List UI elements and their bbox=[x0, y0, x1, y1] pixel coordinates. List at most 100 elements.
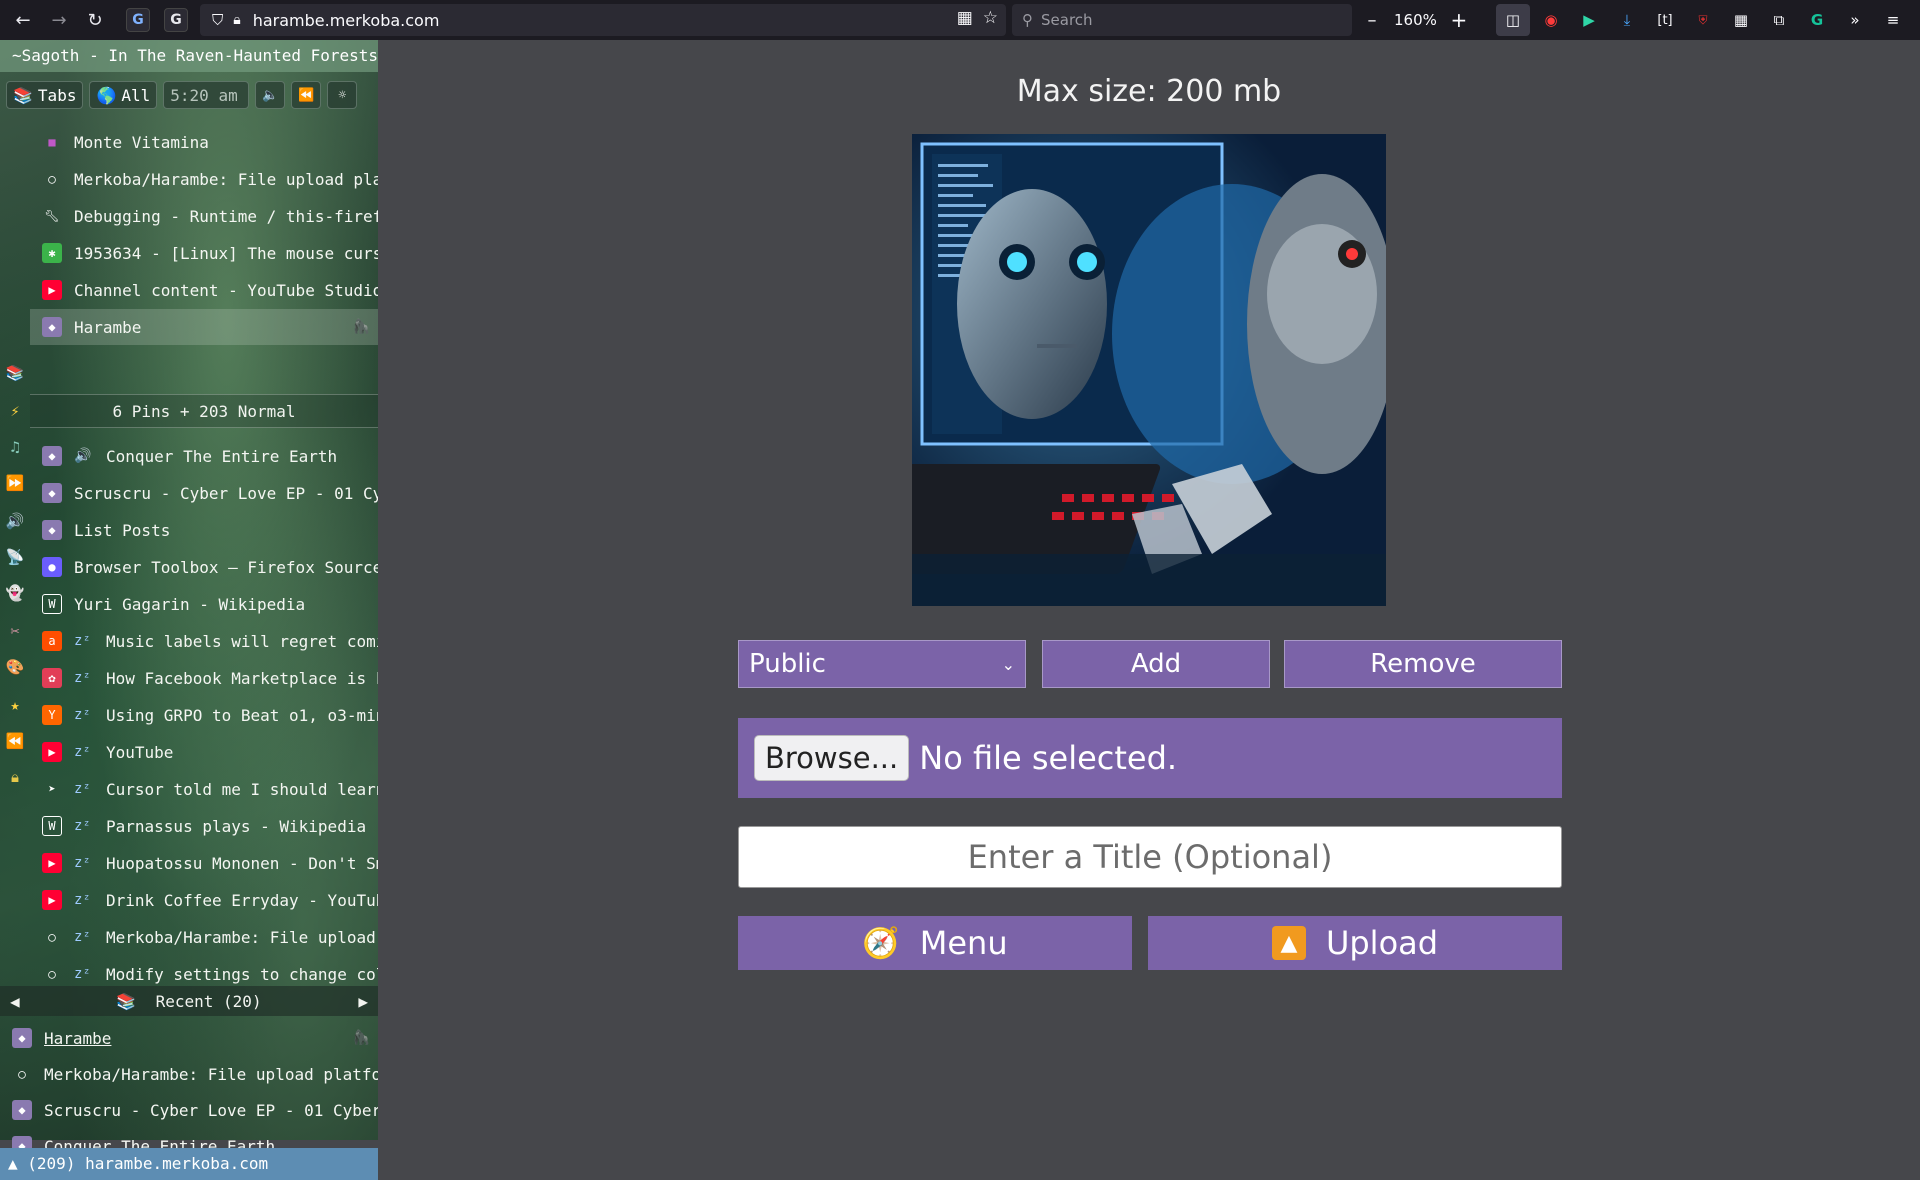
upload-button[interactable]: ▲ Upload bbox=[1148, 916, 1562, 970]
search-field[interactable]: ⚲ Search bbox=[1012, 4, 1352, 36]
tab-item[interactable]: azᶻ Music labels will regret coming f bbox=[30, 623, 378, 659]
tab-item[interactable]: ▶ Channel content - YouTube Studio bbox=[30, 272, 378, 308]
palette-panel-icon[interactable]: 🎨 bbox=[4, 656, 26, 678]
tab-item[interactable]: ◆ Harambe 🦍 bbox=[30, 309, 378, 345]
tab-title: Scruscru - Cyber Love EP - 01 Cyber Lov bbox=[44, 1100, 378, 1120]
tab-item[interactable]: W Yuri Gagarin - Wikipedia bbox=[30, 586, 378, 622]
speaker-icon[interactable]: 🔈 bbox=[255, 81, 286, 109]
harambe-icon: ◆ bbox=[42, 483, 62, 503]
add-button[interactable]: Add bbox=[1042, 640, 1270, 688]
sleep-icon[interactable]: zᶻ bbox=[74, 744, 94, 760]
tab-title: Browser Toolbox — Firefox Source Doc bbox=[74, 557, 378, 577]
sleep-icon[interactable]: zᶻ bbox=[74, 929, 94, 945]
tab-item[interactable]: ➤ zᶻ Cursor told me I should learn cod bbox=[30, 771, 378, 807]
download-icon[interactable]: ⤓ bbox=[1610, 4, 1644, 36]
sleep-icon[interactable]: zᶻ bbox=[74, 966, 94, 982]
menu-button[interactable]: 🧭 Menu bbox=[738, 916, 1132, 970]
tab-title: Merkoba/Harambe: File upload pl bbox=[106, 927, 378, 947]
play-icon[interactable]: ▶ bbox=[1572, 4, 1606, 36]
tab-item[interactable]: ✿ zᶻ How Facebook Marketplace is ke bbox=[30, 660, 378, 696]
sidebar-toggle-icon[interactable]: ◫ bbox=[1496, 4, 1530, 36]
hamburger-menu-icon[interactable]: ≡ bbox=[1876, 4, 1910, 36]
tab-title: Cursor told me I should learn cod bbox=[106, 779, 378, 799]
title-input[interactable] bbox=[738, 826, 1562, 888]
extensions-grid-icon[interactable]: ▦ bbox=[957, 8, 973, 28]
grid-icon[interactable]: ▦ bbox=[1724, 4, 1758, 36]
grammarly-icon[interactable]: G bbox=[1800, 4, 1834, 36]
tab-item[interactable]: ◆ Harambe 🦍 bbox=[0, 1020, 378, 1056]
rewind-panel-icon[interactable]: ⏪ bbox=[4, 730, 26, 752]
tab-item[interactable]: 🔧︎ Debugging - Runtime / this-firefox bbox=[30, 198, 378, 234]
lock-panel-icon[interactable]: 🔒︎ bbox=[4, 766, 26, 788]
tab-item[interactable]: ▶ zᶻ Huopatossu Mononen - Don't Sm bbox=[30, 845, 378, 881]
sleep-icon[interactable]: zᶻ bbox=[74, 818, 94, 834]
url-bar[interactable]: ⛉ 🔒︎ harambe.merkoba.com ▦ ☆ bbox=[200, 4, 1006, 36]
books-panel-icon[interactable]: 📚 bbox=[4, 362, 26, 384]
puzzle-icon[interactable]: ⧉ bbox=[1762, 4, 1796, 36]
speaker-panel-icon[interactable]: 🔊 bbox=[4, 510, 26, 532]
zoom-in-button[interactable]: + bbox=[1449, 8, 1469, 32]
books-icon: 📚 bbox=[13, 85, 33, 105]
sleep-icon[interactable]: zᶻ bbox=[74, 670, 94, 686]
tab-item[interactable]: Yzᶻ Using GRPO to Beat o1, o3-mini a bbox=[30, 697, 378, 733]
speaker-icon[interactable]: 🔊 bbox=[74, 448, 94, 464]
tab-item[interactable]: ◯ zᶻ Merkoba/Harambe: File upload pl bbox=[30, 919, 378, 955]
tab-item[interactable]: ◆ List Posts bbox=[30, 512, 378, 548]
chevron-up-icon[interactable]: ▲ bbox=[8, 1154, 18, 1173]
sleep-icon[interactable]: zᶻ bbox=[74, 781, 94, 797]
all-tabs-button[interactable]: 🌎 All bbox=[89, 81, 158, 109]
ublock-icon[interactable]: ⛨ bbox=[1686, 4, 1720, 36]
record-icon[interactable]: ◉ bbox=[1534, 4, 1568, 36]
g-extension-icon-2[interactable]: G bbox=[164, 8, 188, 32]
tab-title: Merkoba/Harambe: File upload platfo bbox=[74, 169, 378, 189]
tab-item[interactable]: ▶ zᶻ Drink Coffee Erryday - YouTube bbox=[30, 882, 378, 918]
overflow-chevron-icon[interactable]: » bbox=[1838, 4, 1872, 36]
chevron-left-icon[interactable]: ◀ bbox=[10, 992, 20, 1011]
tab-item[interactable]: ✱ 1953634 - [Linux] The mouse cursor bbox=[30, 235, 378, 271]
lock-icon[interactable]: 🔒︎ bbox=[233, 12, 240, 28]
g-extension-icon[interactable]: G bbox=[126, 8, 150, 32]
zoom-level[interactable]: 160% bbox=[1394, 11, 1437, 29]
sidebar-status-bar[interactable]: ▲ (209) harambe.merkoba.com bbox=[0, 1148, 378, 1180]
tab-item[interactable]: ◆ Scruscru - Cyber Love EP - 01 Cyber Lov bbox=[0, 1092, 378, 1128]
tab-item[interactable]: ◯ Merkoba/Harambe: File upload platform bbox=[0, 1056, 378, 1092]
back-icon[interactable]: ← bbox=[6, 4, 40, 36]
privacy-select[interactable]: Public ⌄ bbox=[738, 640, 1026, 688]
url-text[interactable]: harambe.merkoba.com bbox=[253, 11, 440, 30]
browse-button[interactable]: Browse... bbox=[754, 735, 910, 781]
tab-item[interactable]: ● Browser Toolbox — Firefox Source Doc bbox=[30, 549, 378, 585]
star-panel-icon[interactable]: ★ bbox=[4, 694, 26, 716]
max-size-label: Max size: 200 mb bbox=[1016, 74, 1282, 109]
bookmark-star-icon[interactable]: ☆ bbox=[983, 8, 998, 28]
all-tabs-label: All bbox=[121, 85, 151, 105]
sun-icon[interactable]: ☼ bbox=[327, 81, 358, 109]
tab-item[interactable]: ◆ Scruscru - Cyber Love EP - 01 Cyber bbox=[30, 475, 378, 511]
sleep-icon[interactable]: zᶻ bbox=[74, 892, 94, 908]
fast-forward-panel-icon[interactable]: ⏩ bbox=[4, 472, 26, 494]
satellite-panel-icon[interactable]: 📡 bbox=[4, 546, 26, 568]
recent-header[interactable]: ◀ 📚 Recent (20) ▶ bbox=[0, 986, 378, 1016]
music-panel-icon[interactable]: ♫ bbox=[4, 436, 26, 458]
remove-button[interactable]: Remove bbox=[1284, 640, 1562, 688]
sleep-icon[interactable]: zᶻ bbox=[74, 855, 94, 871]
tab-item[interactable]: Wzᶻ Parnassus plays - Wikipedia bbox=[30, 808, 378, 844]
shield-icon[interactable]: ⛉ bbox=[212, 11, 223, 29]
tab-item[interactable]: ■ Monte Vitamina bbox=[30, 124, 378, 160]
sleep-icon[interactable]: zᶻ bbox=[74, 707, 94, 723]
ghost-panel-icon[interactable]: 👻 bbox=[4, 582, 26, 604]
chevron-right-icon[interactable]: ▶ bbox=[358, 992, 368, 1011]
tab-item[interactable]: ▶ zᶻ YouTube bbox=[30, 734, 378, 770]
forward-icon[interactable]: → bbox=[42, 4, 76, 36]
lightning-panel-icon[interactable]: ⚡ bbox=[4, 400, 26, 422]
tab-item[interactable]: ◯ Merkoba/Harambe: File upload platfo bbox=[30, 161, 378, 197]
tabs-panel-button[interactable]: 📚 Tabs bbox=[6, 81, 84, 109]
tab-title: Monte Vitamina bbox=[74, 132, 209, 152]
harambe-icon: ◆ bbox=[42, 446, 62, 466]
pliers-panel-icon[interactable]: ✂ bbox=[4, 620, 26, 642]
tab-item[interactable]: ◆ 🔊 Conquer The Entire Earth bbox=[30, 438, 378, 474]
zoom-out-button[interactable]: – bbox=[1362, 10, 1382, 31]
reload-icon[interactable]: ↻ bbox=[78, 4, 112, 36]
text-extension-icon[interactable]: [t] bbox=[1648, 4, 1682, 36]
rewind-icon[interactable]: ⏪ bbox=[291, 81, 322, 109]
sleep-icon[interactable]: zᶻ bbox=[74, 633, 94, 649]
